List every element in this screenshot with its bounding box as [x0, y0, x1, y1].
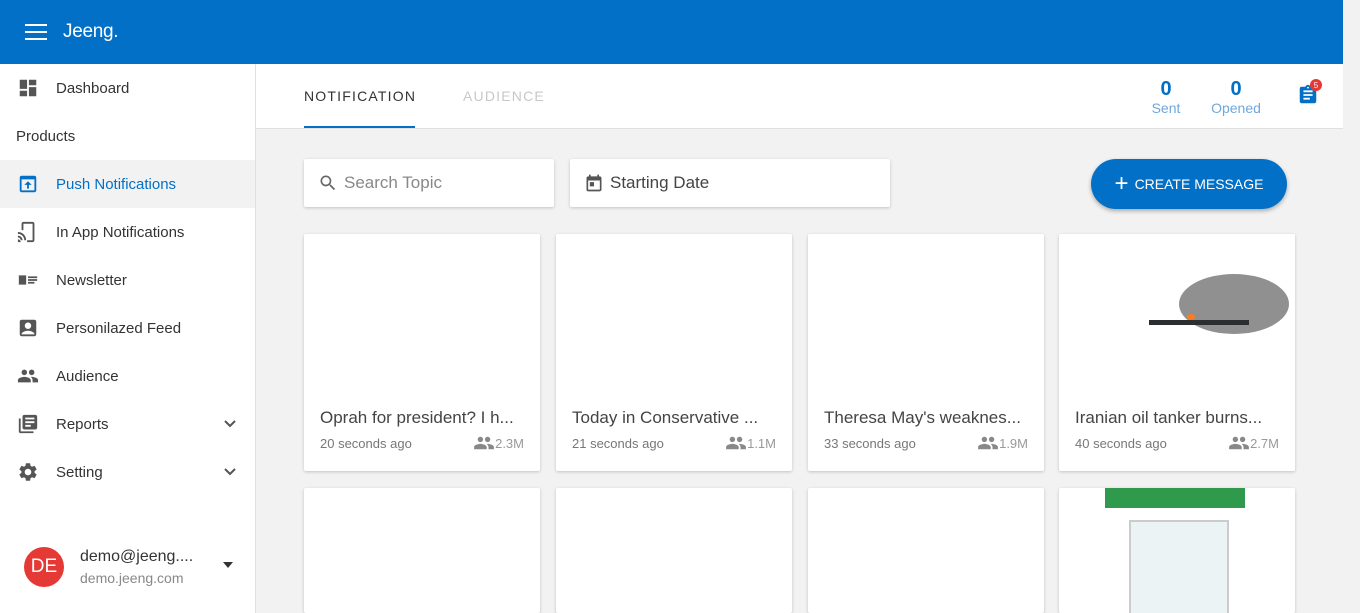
starting-date-picker[interactable]: Starting Date — [570, 159, 890, 207]
people-icon — [978, 436, 998, 450]
card-title: Iranian oil tanker burns... — [1075, 408, 1263, 427]
people-icon — [726, 436, 746, 450]
card-title: Oprah for president? I h... — [320, 408, 514, 427]
search-input[interactable] — [344, 173, 544, 193]
opened-label: Opened — [1211, 100, 1261, 116]
sidebar-item-label: Newsletter — [56, 271, 127, 289]
people-icon — [474, 436, 494, 450]
card-title: Today in Conservative ... — [572, 408, 759, 427]
sidebar-item-label: Push Notifications — [56, 175, 177, 193]
clipboard-icon[interactable]: 5 — [1297, 79, 1322, 108]
sent-count: 0 — [1160, 78, 1172, 100]
sidebar-section-products: Products — [16, 127, 76, 145]
chevron-down-icon[interactable] — [223, 416, 237, 430]
starting-date-label: Starting Date — [610, 173, 710, 192]
sidebar-item-newsletter[interactable]: Newsletter — [0, 256, 255, 304]
gear-icon — [16, 460, 40, 484]
reports-icon — [16, 412, 40, 436]
tabs-bar: NOTIFICATION AUDIENCE 0 Sent 0 Opened 5 — [256, 64, 1343, 129]
tab-notification[interactable]: NOTIFICATION — [304, 64, 416, 128]
newsletter-icon — [16, 268, 40, 292]
people-icon — [1229, 436, 1249, 450]
card-audience-count: 2.7M — [1250, 435, 1279, 451]
card-audience: 2.3M — [473, 434, 524, 452]
search-icon — [320, 175, 336, 191]
message-card[interactable]: Iranian oil tanker burns... 40 seconds a… — [1059, 234, 1295, 471]
create-message-label: CREATE MESSAGE — [1134, 176, 1264, 192]
card-audience-count: 1.9M — [999, 435, 1028, 451]
card-audience: 1.9M — [977, 434, 1028, 452]
push-icon — [16, 172, 40, 196]
user-account[interactable]: DE demo@jeeng.... demo.jeeng.com — [0, 532, 255, 602]
message-card[interactable] — [808, 488, 1044, 613]
brand-logo[interactable]: Jeeng. — [63, 21, 119, 43]
user-domain: demo.jeeng.com — [80, 570, 184, 586]
message-card[interactable]: Theresa May's weaknes... 33 seconds ago … — [808, 234, 1044, 471]
sidebar-item-label: Audience — [56, 367, 119, 385]
card-time: 21 seconds ago — [572, 435, 664, 451]
sidebar-item-label: In App Notifications — [56, 223, 185, 241]
feed-icon — [16, 316, 40, 340]
sidebar-item-label: Dashboard — [56, 79, 130, 97]
message-card[interactable] — [304, 488, 540, 613]
create-message-button[interactable]: + CREATE MESSAGE — [1091, 159, 1287, 209]
dashboard-icon — [16, 76, 40, 100]
notification-badge: 5 — [1310, 79, 1322, 91]
card-image-station — [1059, 488, 1295, 613]
card-image — [808, 234, 1044, 384]
user-email: demo@jeeng.... — [80, 548, 194, 565]
sidebar-item-reports[interactable]: Reports — [0, 400, 255, 448]
card-time: 40 seconds ago — [1075, 435, 1167, 451]
cast-icon — [16, 220, 40, 244]
sidebar-item-setting[interactable]: Setting — [0, 448, 255, 496]
card-image — [304, 234, 540, 384]
message-card[interactable] — [556, 488, 792, 613]
people-icon — [16, 364, 40, 388]
chevron-down-icon[interactable] — [223, 464, 237, 478]
tab-indicator — [304, 126, 415, 128]
card-image — [556, 234, 792, 384]
sidebar-item-label: Reports — [56, 415, 109, 433]
sent-label: Sent — [1151, 100, 1181, 116]
card-audience: 2.7M — [1228, 434, 1279, 452]
opened-count: 0 — [1230, 78, 1242, 100]
tab-audience[interactable]: AUDIENCE — [463, 64, 545, 128]
message-card[interactable]: Oprah for president? I h... 20 seconds a… — [304, 234, 540, 471]
sidebar-item-label: Setting — [56, 463, 103, 481]
card-time: 20 seconds ago — [320, 435, 412, 451]
search-field[interactable] — [304, 159, 554, 207]
message-card[interactable] — [1059, 488, 1295, 613]
stat-sent: 0 Sent — [1151, 78, 1181, 116]
plus-icon: + — [1114, 170, 1129, 197]
sidebar-item-push-notifications[interactable]: Push Notifications — [0, 160, 255, 208]
sidebar-item-personalized-feed[interactable]: Personilazed Feed — [0, 304, 255, 352]
message-card[interactable]: Today in Conservative ... 21 seconds ago… — [556, 234, 792, 471]
stat-opened: 0 Opened — [1208, 78, 1264, 116]
sidebar-item-label: Personilazed Feed — [56, 319, 182, 337]
caret-down-icon[interactable] — [223, 562, 233, 568]
card-audience: 1.1M — [725, 434, 776, 452]
avatar: DE — [24, 547, 64, 587]
menu-icon[interactable] — [25, 24, 47, 40]
sidebar-item-in-app-notifications[interactable]: In App Notifications — [0, 208, 255, 256]
sidebar-item-dashboard[interactable]: Dashboard — [0, 64, 255, 112]
calendar-icon — [586, 174, 602, 192]
sidebar: Dashboard Products Push Notifications In… — [0, 64, 256, 613]
top-app-bar: Jeeng. — [0, 0, 1343, 64]
card-time: 33 seconds ago — [824, 435, 916, 451]
card-audience-count: 1.1M — [747, 435, 776, 451]
sidebar-item-audience[interactable]: Audience — [0, 352, 255, 400]
card-audience-count: 2.3M — [495, 435, 524, 451]
card-image-oil-tanker — [1059, 234, 1295, 384]
card-title: Theresa May's weaknes... — [824, 408, 1021, 427]
